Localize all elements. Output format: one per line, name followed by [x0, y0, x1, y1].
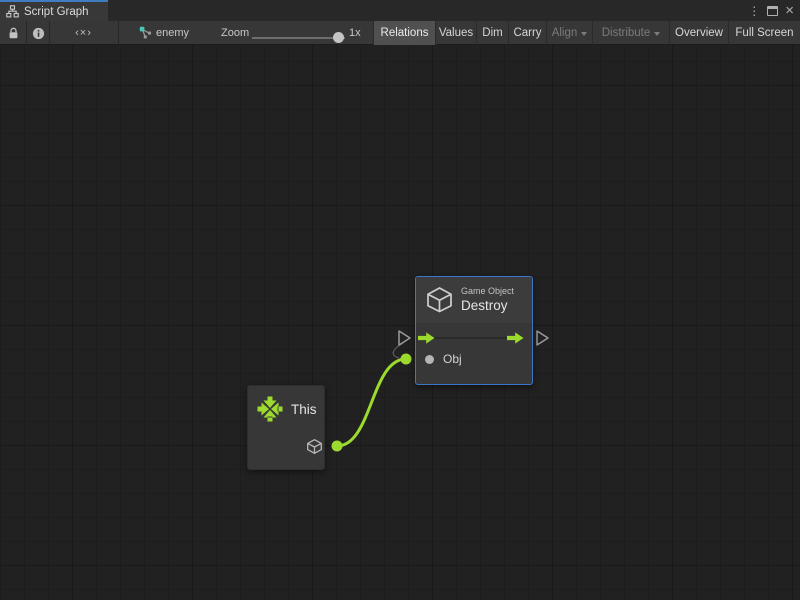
dim-button-label: Dim: [482, 27, 502, 39]
angle-x-icon: ‹×›: [75, 27, 92, 39]
code-view-toggle-button[interactable]: ‹×›: [49, 21, 118, 45]
flow-input-arrow-port[interactable]: [418, 332, 435, 344]
carry-button[interactable]: Carry: [508, 21, 546, 45]
distribute-button-label: Distribute: [602, 27, 651, 39]
graph-canvas[interactable]: Game Object Destroy Obj This: [0, 45, 800, 600]
window-controls: ⋮ ×: [748, 0, 800, 21]
dim-button[interactable]: Dim: [476, 21, 508, 45]
node-title-label: This: [291, 402, 317, 417]
close-icon[interactable]: ×: [785, 3, 794, 18]
info-icon: [32, 27, 45, 40]
game-object-output-port[interactable]: [306, 438, 323, 455]
window-menu-icon[interactable]: ⋮: [748, 5, 760, 17]
connection-target-dot[interactable]: [401, 354, 412, 365]
overview-button[interactable]: Overview: [669, 21, 728, 45]
relation-curve: [393, 343, 403, 358]
node-this[interactable]: This: [247, 385, 325, 470]
graph-hierarchy-icon: [6, 5, 19, 18]
flow-relation-line: [434, 337, 508, 339]
zoom-slider-handle[interactable]: [333, 32, 344, 43]
game-object-cube-icon: [424, 284, 455, 315]
node-destroy-header[interactable]: Game Object Destroy: [416, 277, 532, 323]
tab-script-graph[interactable]: Script Graph: [0, 0, 108, 21]
obj-port-label: Obj: [443, 352, 462, 366]
zoom-value: 1x: [349, 21, 361, 45]
this-converge-arrows-icon: [256, 395, 284, 423]
flow-output-arrow-port[interactable]: [507, 332, 524, 344]
obj-input-port[interactable]: [425, 355, 434, 364]
align-dropdown-button[interactable]: Align: [546, 21, 592, 45]
toolbar-button-group: Relations Values Dim Carry Align Distrib…: [373, 21, 800, 45]
lock-button[interactable]: [0, 21, 26, 45]
graph-toolbar: ‹×› enemy Zoom 1x Relations Values Dim C…: [0, 21, 800, 45]
graph-asset-breadcrumb[interactable]: [138, 21, 154, 45]
values-button-label: Values: [439, 27, 473, 39]
lock-icon: [7, 27, 20, 40]
chevron-down-icon: [654, 32, 660, 36]
relations-button[interactable]: Relations: [373, 21, 435, 45]
values-button[interactable]: Values: [435, 21, 476, 45]
connections-overlay: [0, 45, 800, 600]
full-screen-button[interactable]: Full Screen: [728, 21, 800, 45]
distribute-dropdown-button[interactable]: Distribute: [592, 21, 669, 45]
script-graph-asset-icon: [139, 26, 153, 40]
connection-source-dot[interactable]: [332, 441, 343, 452]
tab-title: Script Graph: [24, 6, 89, 18]
relations-button-label: Relations: [381, 27, 429, 39]
carry-button-label: Carry: [513, 27, 541, 39]
graph-name-label[interactable]: enemy: [156, 21, 189, 45]
node-title-label: Destroy: [461, 298, 508, 313]
flow-input-triangle-port[interactable]: [399, 331, 410, 345]
toolbar-divider: [118, 21, 119, 45]
connection-wire[interactable]: [337, 359, 406, 446]
zoom-slider-track[interactable]: [252, 37, 345, 39]
node-destroy[interactable]: Game Object Destroy Obj: [415, 276, 533, 385]
node-category-label: Game Object: [461, 286, 514, 296]
align-button-label: Align: [552, 27, 578, 39]
chevron-down-icon: [581, 32, 587, 36]
full-screen-button-label: Full Screen: [735, 27, 793, 39]
overview-button-label: Overview: [675, 27, 723, 39]
tab-bar: Script Graph ⋮ ×: [0, 0, 800, 21]
info-button[interactable]: [27, 21, 49, 45]
flow-output-triangle-port[interactable]: [537, 331, 548, 345]
zoom-label: Zoom: [221, 21, 249, 45]
maximize-icon[interactable]: [767, 6, 778, 16]
